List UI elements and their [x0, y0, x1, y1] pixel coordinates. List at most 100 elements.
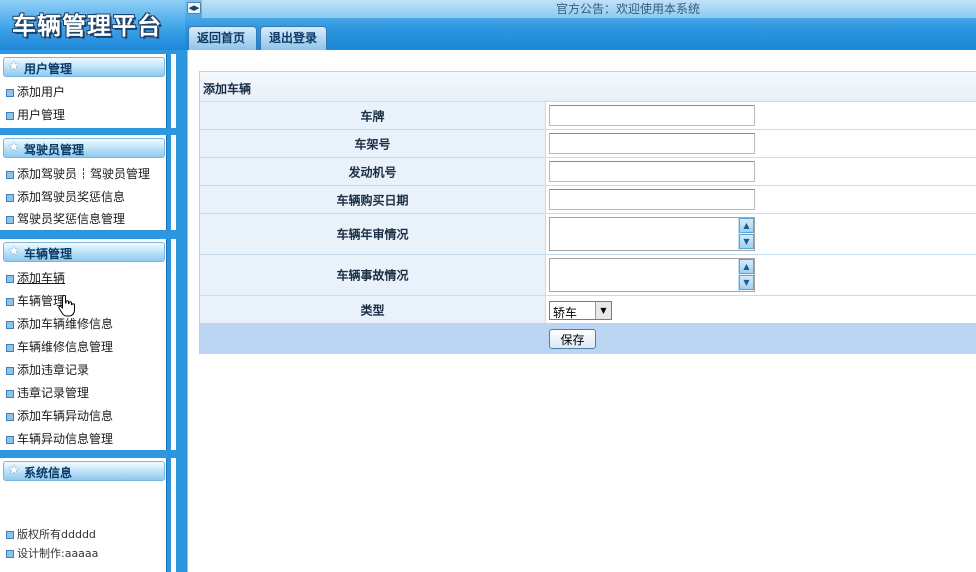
scroll-up-icon[interactable]: ▲: [739, 218, 754, 233]
sidebar-item-label: 添加驾驶员奖惩信息: [17, 190, 126, 204]
square-bullet-icon: [6, 390, 14, 398]
form-row-plate: 车牌: [200, 102, 976, 130]
sidebar-item-driver-management[interactable]: 驾驶员管理: [90, 167, 150, 181]
select-value: 轿车: [553, 306, 578, 320]
scrollbar[interactable]: ▲ ▼: [738, 259, 754, 291]
form-row-engine: 发动机号: [200, 158, 976, 186]
vehicle-management-panel: ★ 车辆管理 添加车辆 车辆管理 添加车辆维修信息 车辆维修信息管理 添加违章记…: [0, 239, 167, 450]
panel-title: 系统信息: [24, 466, 73, 480]
copyright-label: 版权所有ddddd: [17, 528, 96, 541]
field-label: 车辆事故情况: [200, 255, 546, 295]
square-bullet-icon: [6, 194, 14, 202]
field-label: 车辆购买日期: [200, 186, 546, 213]
panel-header-driver[interactable]: ★ 驾驶员管理: [3, 138, 165, 158]
square-bullet-icon: [6, 112, 14, 120]
sidebar-item-label: 用户管理: [17, 108, 66, 122]
scroll-up-icon[interactable]: ▲: [739, 259, 754, 274]
tab-logout[interactable]: 退出登录: [260, 26, 327, 50]
square-bullet-icon: [6, 216, 14, 224]
plate-input[interactable]: [549, 105, 755, 126]
form-row-chassis: 车架号: [200, 130, 976, 158]
annual-inspection-textarea-box: ▲ ▼: [549, 217, 755, 251]
sidebar-item-driver-reward-management[interactable]: 驾驶员奖惩信息管理: [6, 210, 125, 227]
star-icon: ★: [8, 244, 20, 259]
collapse-toggle-icon[interactable]: ◀▶: [187, 2, 201, 14]
sidebar-item-add-transfer[interactable]: 添加车辆异动信息: [6, 407, 113, 424]
form-title: 添加车辆: [203, 82, 252, 96]
tab-home[interactable]: 返回首页: [188, 26, 257, 50]
square-bullet-icon: [6, 550, 14, 558]
sidebar-stripe: [171, 135, 176, 230]
field-cell: ▲ ▼: [547, 255, 976, 295]
square-bullet-icon: [6, 367, 14, 375]
form-row-purchase-date: 车辆购买日期: [200, 186, 976, 214]
sidebar-stripe: [171, 239, 176, 450]
panel-header-user[interactable]: ★ 用户管理: [3, 57, 165, 77]
panel-title: 车辆管理: [24, 247, 73, 261]
panel-header-system[interactable]: ★ 系统信息: [3, 461, 165, 481]
form-button-row: 保存: [200, 323, 976, 354]
sidebar-item-add-driver[interactable]: 添加驾驶员: [17, 167, 77, 181]
square-bullet-icon: [6, 321, 14, 329]
vehicle-type-select[interactable]: 轿车 ▼: [549, 301, 612, 320]
hand-pointer-icon: [58, 295, 75, 317]
sidebar-item-add-violation[interactable]: 添加违章记录: [6, 361, 89, 378]
field-cell: [547, 102, 976, 129]
panel-header-vehicle[interactable]: ★ 车辆管理: [3, 242, 165, 262]
field-label: 车架号: [200, 130, 546, 157]
logo-area: 车辆管理平台: [0, 0, 185, 50]
sidebar-item-label: 添加用户: [17, 85, 66, 99]
field-label: 发动机号: [200, 158, 546, 185]
sidebar-item-maintenance-management[interactable]: 车辆维修信息管理: [6, 338, 113, 355]
field-cell: [547, 186, 976, 213]
purchase-date-input[interactable]: [549, 189, 755, 210]
chevron-down-icon[interactable]: ▼: [595, 302, 611, 319]
star-icon: ★: [8, 463, 20, 478]
accident-textarea[interactable]: [550, 259, 738, 291]
sidebar-item-add-vehicle[interactable]: 添加车辆: [6, 269, 65, 286]
square-bullet-icon: [6, 344, 14, 352]
sidebar-item-violation-management[interactable]: 违章记录管理: [6, 384, 89, 401]
field-label: 车辆年审情况: [200, 214, 546, 254]
notice-text: 官方公告：欢迎使用本系统: [556, 2, 701, 16]
chassis-number-input[interactable]: [549, 133, 755, 154]
designer-label: 设计制作:aaaaa: [17, 547, 99, 560]
form-row-accident: 车辆事故情况 ▲ ▼: [200, 255, 976, 296]
sidebar-item-user-management[interactable]: 用户管理: [6, 106, 65, 123]
field-cell: [547, 158, 976, 185]
form-title-row: 添加车辆: [200, 72, 976, 102]
sidebar-item-transfer-management[interactable]: 车辆异动信息管理: [6, 430, 113, 447]
field-label: 类型: [200, 296, 546, 323]
panel-title: 驾驶员管理: [24, 143, 85, 157]
annual-inspection-textarea[interactable]: [550, 218, 738, 250]
square-bullet-icon: [6, 413, 14, 421]
main-content: 添加车辆 车牌 车架号 发动机号 车辆购买日期 车辆年审情况 ▲ ▼ 车辆事故情…: [187, 50, 976, 572]
save-button[interactable]: 保存: [549, 329, 596, 349]
sidebar-item-add-user[interactable]: 添加用户: [6, 83, 65, 100]
form-row-type: 类型 轿车 ▼: [200, 296, 976, 323]
driver-management-panel: ★ 驾驶员管理 添加驾驶员 驾驶员管理 添加驾驶员奖惩信息 驾驶员奖惩信息管理: [0, 135, 167, 230]
sidebar-item-add-maintenance[interactable]: 添加车辆维修信息: [6, 315, 113, 332]
scrollbar[interactable]: ▲ ▼: [738, 218, 754, 250]
header: 车辆管理平台 官方公告：欢迎使用本系统 ◀▶ 返回首页 退出登录: [0, 0, 976, 50]
panel-title: 用户管理: [24, 62, 73, 76]
sidebar-item-vehicle-management[interactable]: 车辆管理: [6, 292, 65, 309]
scroll-down-icon[interactable]: ▼: [739, 234, 754, 249]
system-info-panel: ★ 系统信息 版权所有ddddd 设计制作:aaaaa: [0, 458, 167, 572]
sidebar-stripe: [171, 458, 176, 572]
square-bullet-icon: [6, 89, 14, 97]
scroll-down-icon[interactable]: ▼: [739, 275, 754, 290]
sidebar-item-add-driver-reward[interactable]: 添加驾驶员奖惩信息: [6, 188, 125, 205]
star-icon: ★: [8, 59, 20, 74]
sidebar-item-label: 驾驶员奖惩信息管理: [17, 212, 126, 226]
square-bullet-icon: [6, 275, 14, 283]
star-icon: ★: [8, 140, 20, 155]
square-bullet-icon: [6, 298, 14, 306]
square-bullet-icon: [6, 436, 14, 444]
engine-number-input[interactable]: [549, 161, 755, 182]
sidebar-item-label: 车辆维修信息管理: [17, 340, 114, 354]
sidebar-item-driver-row: 添加驾驶员 驾驶员管理: [6, 165, 150, 182]
field-cell: [547, 130, 976, 157]
field-label: 车牌: [200, 102, 546, 129]
sidebar-item-label: 车辆异动信息管理: [17, 432, 114, 446]
